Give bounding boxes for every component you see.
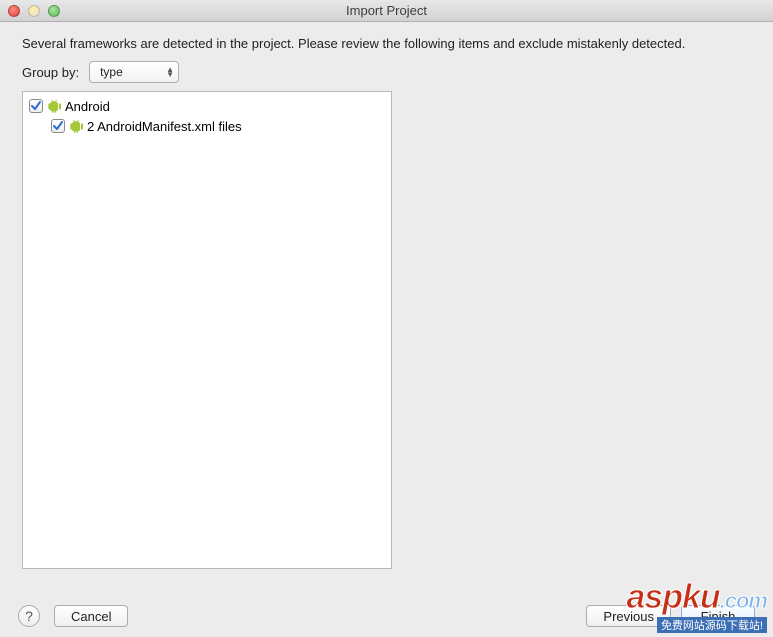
checkbox[interactable] — [29, 99, 43, 113]
tree-row[interactable]: 2 AndroidManifest.xml files — [29, 116, 385, 136]
group-by-value: type — [100, 65, 123, 79]
zoom-window-button[interactable] — [48, 5, 60, 17]
minimize-window-button[interactable] — [28, 5, 40, 17]
select-arrows-icon: ▲▼ — [166, 67, 174, 77]
window-title: Import Project — [0, 3, 773, 18]
tree-row[interactable]: Android — [29, 96, 385, 116]
cancel-label: Cancel — [71, 609, 111, 624]
group-by-select[interactable]: type ▲▼ — [89, 61, 179, 83]
android-icon — [69, 119, 83, 133]
description-text: Several frameworks are detected in the p… — [22, 36, 751, 51]
previous-button[interactable]: Previous — [586, 605, 671, 627]
help-icon: ? — [25, 608, 33, 624]
traffic-lights — [8, 5, 60, 17]
finish-button[interactable]: Finish — [681, 605, 755, 627]
group-by-row: Group by: type ▲▼ — [22, 61, 751, 83]
button-bar: ? Cancel Previous Finish — [0, 605, 773, 627]
previous-label: Previous — [603, 609, 654, 624]
tree-item-label: 2 AndroidManifest.xml files — [87, 119, 242, 134]
dialog-content: Several frameworks are detected in the p… — [0, 22, 773, 569]
tree-item-label: Android — [65, 99, 110, 114]
frameworks-tree[interactable]: Android 2 AndroidManifest.xml files — [22, 91, 392, 569]
group-by-label: Group by: — [22, 65, 79, 80]
cancel-button[interactable]: Cancel — [54, 605, 128, 627]
close-window-button[interactable] — [8, 5, 20, 17]
finish-label: Finish — [701, 609, 736, 624]
android-icon — [47, 99, 61, 113]
checkbox[interactable] — [51, 119, 65, 133]
titlebar: Import Project — [0, 0, 773, 22]
help-button[interactable]: ? — [18, 605, 40, 627]
